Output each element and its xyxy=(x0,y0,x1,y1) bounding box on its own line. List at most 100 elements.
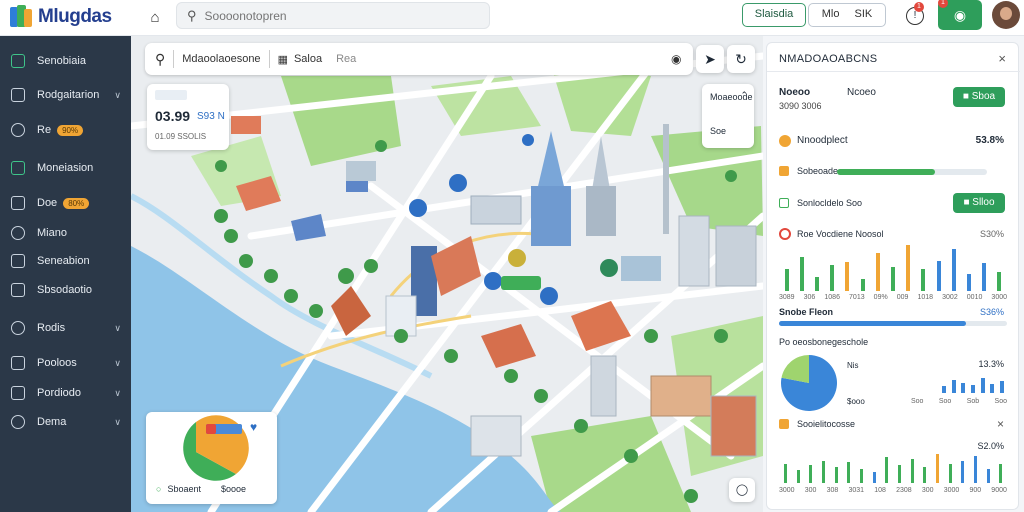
table-icon xyxy=(11,54,25,68)
sidebar-item-0[interactable]: Senobiaia xyxy=(0,48,131,74)
metric1-icon xyxy=(779,135,791,147)
metric3-label: Sonlocldelo Soo xyxy=(797,198,863,208)
gear-icon xyxy=(11,415,25,429)
map-view[interactable]: ⚲ Mdaoolaoesone ▦ Saloa Rea ◉ ➤ ↻ 03.99 … xyxy=(131,36,763,512)
chevron-down-icon[interactable]: ∨ xyxy=(114,323,121,334)
chevron-down-icon[interactable]: ∨ xyxy=(114,417,121,428)
sidebar-item-badge: 80% xyxy=(63,197,90,209)
bars1-bar xyxy=(845,262,850,291)
layers-item[interactable]: Soe xyxy=(710,126,726,136)
panel-title: NMADOAOABCNS xyxy=(779,53,878,65)
legend-pin-icon: ♥ xyxy=(250,420,258,434)
metric7-label: Sooielitocosse xyxy=(797,419,856,429)
bars3-bar xyxy=(859,468,863,483)
compass-icon xyxy=(11,123,25,137)
metric4-icon xyxy=(779,228,791,240)
map-subtab[interactable]: Rea xyxy=(336,53,356,65)
sidebar-item-4[interactable]: Doe 80% xyxy=(0,190,131,216)
sidebar: Senobiaia Rodgaitarion ∨ Re 90% Moneiasion Doe… xyxy=(0,36,131,512)
search-bar[interactable]: ⚲ xyxy=(176,2,490,29)
map-clear-icon[interactable]: ◉ xyxy=(671,52,681,66)
metric3-button-label: Slloo xyxy=(972,197,995,208)
pie-label: Nis xyxy=(847,361,859,370)
sidebar-item-1[interactable]: Rodgaitarion ∨ xyxy=(0,82,131,108)
map-search-bar[interactable]: ⚲ Mdaoolaoesone ▦ Saloa Rea ◉ xyxy=(145,43,693,75)
header-button-secondary-label: Mlo xyxy=(821,8,840,20)
sidebar-item-badge: 90% xyxy=(57,124,84,136)
bars3-bar xyxy=(961,460,965,483)
bars3-bar xyxy=(923,467,927,483)
map-tab[interactable]: Saloa xyxy=(294,53,322,65)
map-search-icon: ⚲ xyxy=(155,50,166,67)
bars1-bar xyxy=(891,267,895,291)
bar-chart-3-axis: 3000 300 308 3031 108 2308 300 3000 900 9000 xyxy=(779,487,1007,497)
row1-button[interactable]: ■ Sboa xyxy=(953,87,1005,107)
close-icon[interactable]: × xyxy=(998,51,1006,66)
sidebar-item-9[interactable]: Pooloos ∨ xyxy=(0,350,131,376)
bars3-bar xyxy=(783,463,787,483)
metric5-progress-fill xyxy=(779,321,966,326)
bars3x-tick: 3031 xyxy=(848,487,865,494)
layers-card[interactable]: Moaeoode ⌃ Soe xyxy=(702,84,754,148)
bars2-bar xyxy=(980,377,985,393)
location-button[interactable]: ➤ xyxy=(696,45,724,73)
sidebar-item-8[interactable]: Rodis ∨ xyxy=(0,315,131,341)
refresh-icon[interactable]: ↻ xyxy=(727,45,755,73)
bars3x-tick: 3000 xyxy=(943,487,960,494)
sidebar-item-label: Senobiaia xyxy=(37,55,86,67)
pie-chart xyxy=(781,355,837,411)
search-input[interactable] xyxy=(204,8,465,23)
table-icon xyxy=(11,226,25,240)
logo[interactable]: Mlugdas xyxy=(10,5,112,29)
avatar[interactable] xyxy=(992,1,1020,29)
bars2x-tick: Soo xyxy=(911,398,924,405)
sidebar-item-6[interactable]: Seneabion xyxy=(0,248,131,274)
bars1-bar xyxy=(784,269,789,291)
sidebar-item-10[interactable]: Pordiodo ∨ xyxy=(0,380,131,406)
legend-card[interactable]: ♥ ○ Sboaent $oooe xyxy=(146,412,277,504)
header-button-secondary[interactable]: Mlo SIK xyxy=(808,3,886,27)
home-icon[interactable]: ⌂ xyxy=(146,9,164,27)
sidebar-item-label: Moneiasion xyxy=(37,162,94,174)
stats-value-2: S93 N xyxy=(197,111,225,122)
metric1-value: 53.8% xyxy=(975,135,1004,146)
sidebar-item-3[interactable]: Moneiasion xyxy=(0,155,131,181)
chevron-down-icon[interactable]: ∨ xyxy=(114,90,121,101)
metric3-button[interactable]: ■ Slloo xyxy=(953,193,1005,213)
metric6-value: 13.3% xyxy=(978,359,1004,369)
bars2-bar xyxy=(1000,380,1005,393)
map-stats-card[interactable]: 03.99 S93 N 01.09 SSOLIS xyxy=(147,84,229,150)
bar-chart-1-axis: 3089 306 1086 7013 09% 009 1018 3002 0010 3000 xyxy=(779,294,1007,304)
map-search-text[interactable]: Mdaoolaoesone xyxy=(182,53,260,65)
chat-icon[interactable]: ◯ xyxy=(729,478,755,502)
header-button-secondary-extra: SIK xyxy=(854,8,873,20)
bars3x-tick: 308 xyxy=(826,487,839,494)
sidebar-item-7[interactable]: Sbsodaotio xyxy=(0,277,131,303)
sidebar-item-5[interactable]: Miano xyxy=(0,220,131,246)
cube-icon xyxy=(11,356,25,370)
metric7-close-icon[interactable]: × xyxy=(997,417,1004,431)
sidebar-item-11[interactable]: Dema ∨ xyxy=(0,409,131,435)
layers-icon xyxy=(11,88,25,102)
app-window: Mlugdas ⌂ ⚲ Slaisdia Mlo SIK ! 1 ◉ 1 Sen… xyxy=(0,0,1024,512)
sidebar-item-2[interactable]: Re 90% xyxy=(0,117,131,143)
apps-button[interactable]: ◉ 1 xyxy=(938,0,982,30)
map-grid-icon[interactable]: ▦ xyxy=(278,53,288,66)
bars1-bar xyxy=(997,271,1002,291)
bars3x-tick: 9000 xyxy=(991,487,1007,494)
bars2-bar xyxy=(951,379,956,393)
bars3-bar xyxy=(948,463,952,483)
bars2-bar xyxy=(961,383,966,393)
collapse-icon[interactable]: ⌃ xyxy=(740,90,748,101)
bars3x-tick: 108 xyxy=(874,487,886,494)
chat-icon xyxy=(11,161,25,175)
row1-button-icon: ■ xyxy=(962,91,972,102)
apps-badge: 1 xyxy=(938,0,948,8)
metric1-label: Nnoodplect xyxy=(797,135,848,146)
header-button-primary[interactable]: Slaisdia xyxy=(742,3,806,27)
bars3x-tick: 300 xyxy=(804,487,817,494)
metric7-icon xyxy=(779,419,789,429)
bars2-bar xyxy=(971,385,975,393)
chevron-down-icon[interactable]: ∨ xyxy=(114,358,121,369)
chevron-down-icon[interactable]: ∨ xyxy=(114,388,121,399)
